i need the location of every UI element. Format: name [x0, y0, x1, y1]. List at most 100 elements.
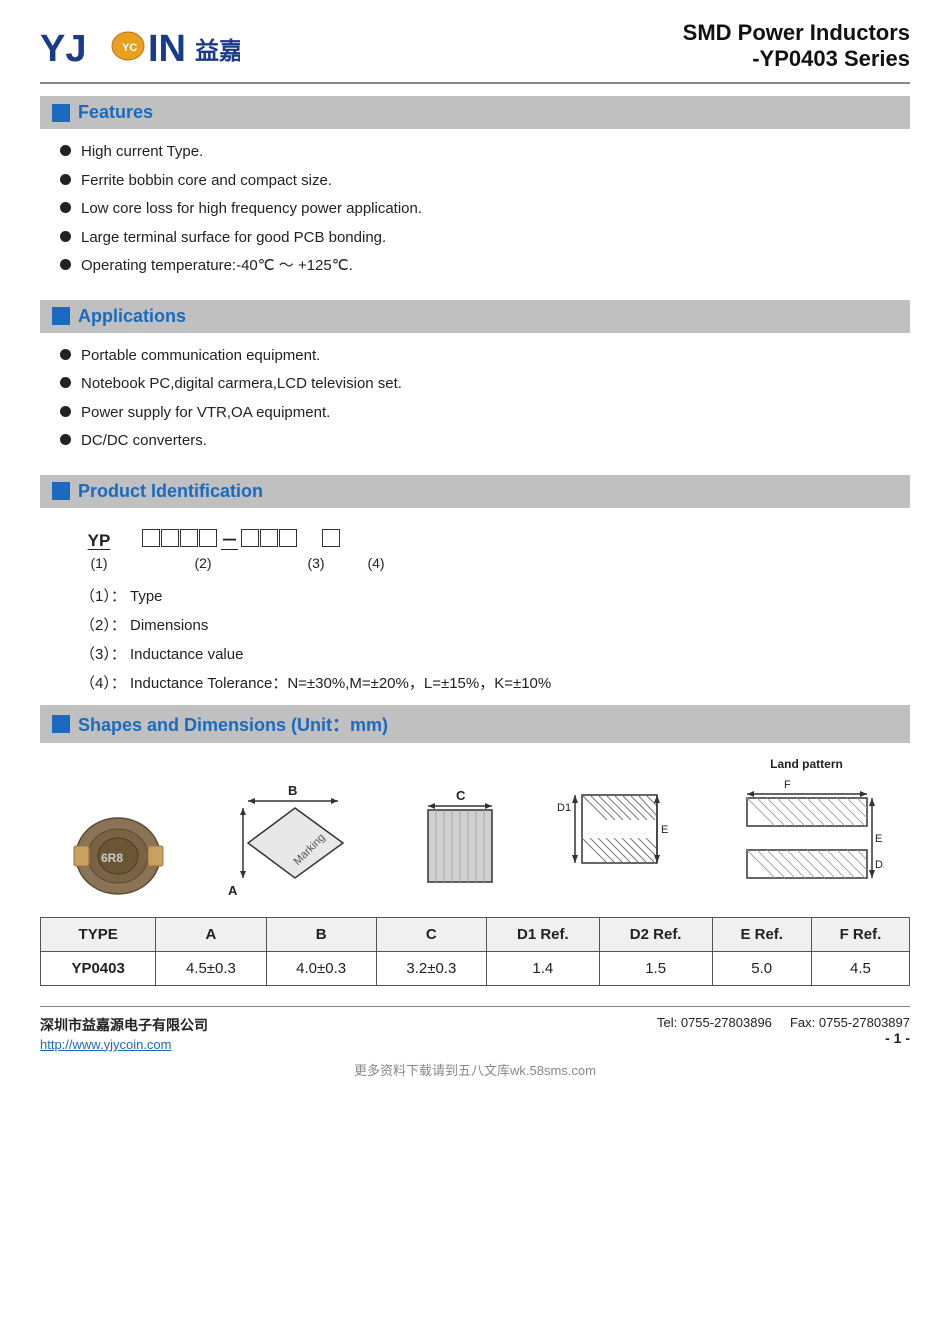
svg-text:D2: D2: [875, 859, 884, 871]
page: YJ YC IN 益嘉源 SMD Power Inductors -YP0403…: [0, 0, 950, 1344]
pid-box: [241, 529, 259, 547]
footer-contact: Tel: 0755-27803896 Fax: 0755-27803897: [657, 1015, 910, 1030]
svg-text:IN: IN: [148, 28, 186, 70]
th-a: A: [156, 917, 266, 951]
list-item: Operating temperature:-40℃ ～ +125℃.: [60, 255, 910, 278]
svg-text:F: F: [784, 779, 791, 791]
pid-desc-3: （3）： Inductance value: [80, 643, 910, 664]
pid-boxes-2: －: [142, 526, 298, 551]
td-e: 5.0: [712, 951, 811, 985]
header-title-line2: -YP0403 Series: [683, 46, 910, 72]
diamond-figure: B Marking A: [223, 783, 368, 903]
td-a: 4.5±0.3: [156, 951, 266, 985]
product-id-diagram: YP － (1) (2) (3) (4) （: [80, 526, 910, 693]
land-svg: F: [729, 773, 884, 903]
pid-box: [199, 529, 217, 547]
pid-desc-2: （2）： Dimensions: [80, 614, 910, 635]
bullet-dot: [60, 406, 71, 417]
footer-fax-label: Fax:: [790, 1015, 815, 1030]
bullet-dot: [60, 145, 71, 156]
bullet-dot: [60, 349, 71, 360]
td-b: 4.0±0.3: [266, 951, 376, 985]
pid-label-1: (1): [80, 555, 118, 571]
th-d1: D1 Ref.: [486, 917, 599, 951]
dimensions-table: TYPE A B C D1 Ref. D2 Ref. E Ref. F Ref.…: [40, 917, 910, 986]
shapes-title: Shapes and Dimensions (Unit：mm): [78, 711, 388, 737]
td-d2: 1.5: [599, 951, 712, 985]
product-id-title: Product Identification: [78, 481, 263, 502]
svg-text:6R8: 6R8: [101, 851, 123, 865]
cross-figure: D1: [557, 773, 677, 903]
features-icon: [52, 104, 70, 122]
pid-yp-label: YP: [80, 531, 118, 551]
td-c: 3.2±0.3: [376, 951, 486, 985]
pid-label-3: (3): [288, 555, 344, 571]
list-item: Ferrite bobbin core and compact size.: [60, 170, 910, 193]
product-id-section-header: Product Identification: [40, 475, 910, 508]
pid-box: [279, 529, 297, 547]
list-item: Large terminal surface for good PCB bond…: [60, 227, 910, 250]
td-f: 4.5: [811, 951, 909, 985]
td-d1: 1.4: [486, 951, 599, 985]
svg-text:D1: D1: [557, 802, 571, 814]
header-title-block: SMD Power Inductors -YP0403 Series: [683, 20, 910, 72]
th-b: B: [266, 917, 376, 951]
svg-text:C: C: [456, 788, 466, 803]
diamond-svg: B Marking A: [223, 783, 368, 903]
land-pattern-figure: Land pattern F: [729, 757, 884, 903]
land-pattern-label: Land pattern: [770, 757, 843, 771]
list-item: DC/DC converters.: [60, 430, 910, 453]
footer-page: - 1 -: [657, 1030, 910, 1046]
side-figure: C: [420, 788, 505, 903]
svg-text:YC: YC: [122, 42, 137, 54]
features-section-header: Features: [40, 96, 910, 129]
shapes-section-header: Shapes and Dimensions (Unit：mm): [40, 705, 910, 743]
pid-dash: －: [221, 526, 238, 551]
pid-labels-row: (1) (2) (3) (4): [80, 555, 910, 571]
footer-website[interactable]: http://www.yjycoin.com: [40, 1037, 208, 1052]
footer-company: 深圳市益嘉源电子有限公司: [40, 1015, 208, 1035]
logo-area: YJ YC IN 益嘉源: [40, 21, 240, 71]
pid-box-single: [322, 529, 340, 551]
cross-svg: D1: [557, 773, 677, 903]
header: YJ YC IN 益嘉源 SMD Power Inductors -YP0403…: [40, 20, 910, 84]
features-title: Features: [78, 102, 153, 123]
list-item: Notebook PC,digital carmera,LCD televisi…: [60, 373, 910, 396]
list-item: Portable communication equipment.: [60, 345, 910, 368]
inductor-figure: 6R8: [66, 808, 171, 903]
table-row: YP0403 4.5±0.3 4.0±0.3 3.2±0.3 1.4 1.5 5…: [41, 951, 910, 985]
pid-diagram-row: YP －: [80, 526, 910, 551]
pid-box-4: [322, 529, 340, 547]
logo-svg: YJ YC IN 益嘉源: [40, 21, 240, 71]
pid-label-2: (2): [118, 555, 288, 571]
svg-text:E: E: [661, 824, 668, 836]
th-type: TYPE: [41, 917, 156, 951]
applications-icon: [52, 307, 70, 325]
th-f: F Ref.: [811, 917, 909, 951]
footer-right: Tel: 0755-27803896 Fax: 0755-27803897 - …: [657, 1015, 910, 1046]
footer-watermark: 更多资料下载请到五八文库wk.58sms.com: [40, 1060, 910, 1079]
th-d2: D2 Ref.: [599, 917, 712, 951]
bullet-dot: [60, 231, 71, 242]
svg-text:B: B: [288, 783, 297, 798]
pid-box: [180, 529, 198, 547]
svg-text:YJ: YJ: [40, 28, 86, 70]
applications-title: Applications: [78, 306, 186, 327]
svg-text:A: A: [228, 883, 238, 898]
list-item: Power supply for VTR,OA equipment.: [60, 402, 910, 425]
list-item: Low core loss for high frequency power a…: [60, 198, 910, 221]
applications-list: Portable communication equipment. Notebo…: [40, 341, 910, 463]
footer-tel: 0755-27803896: [681, 1015, 772, 1030]
applications-section-header: Applications: [40, 300, 910, 333]
shapes-figures: 6R8 B Marking A: [40, 757, 910, 903]
pid-desc-4: （4）： Inductance Tolerance：N=±30%,M=±20%，…: [80, 672, 910, 693]
shapes-icon: [52, 715, 70, 733]
footer-tel-label: Tel:: [657, 1015, 677, 1030]
bullet-dot: [60, 434, 71, 445]
product-id-icon: [52, 482, 70, 500]
footer-left: 深圳市益嘉源电子有限公司 http://www.yjycoin.com: [40, 1015, 208, 1052]
pid-box: [260, 529, 278, 547]
inductor-svg: 6R8: [66, 808, 171, 903]
footer: 深圳市益嘉源电子有限公司 http://www.yjycoin.com Tel:…: [40, 1006, 910, 1052]
features-list: High current Type. Ferrite bobbin core a…: [40, 137, 910, 288]
